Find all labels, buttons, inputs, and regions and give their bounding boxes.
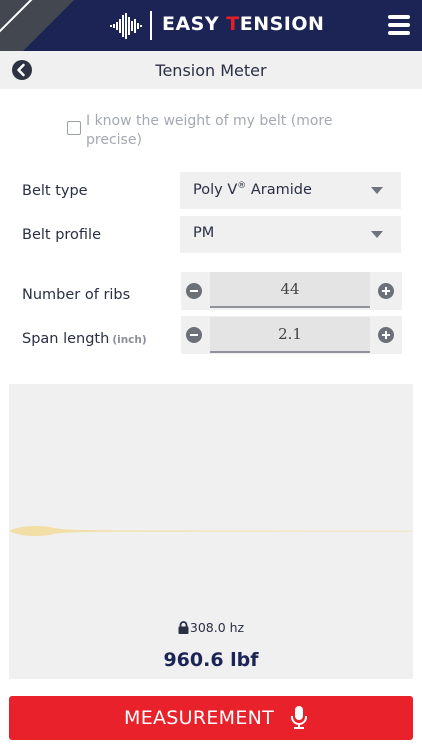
span-label: Span length (inch) (22, 331, 147, 347)
belt-type-select[interactable]: Poly V® Aramide (180, 172, 401, 209)
ribs-input[interactable]: 44 (210, 272, 370, 308)
chevron-down-icon (371, 187, 383, 194)
belt-profile-value: PM (193, 225, 215, 241)
plus-icon[interactable] (378, 283, 394, 299)
measurement-button-label: MEASUREMENT (124, 707, 275, 729)
page-title: Tension Meter (155, 61, 267, 80)
microphone-icon (291, 706, 307, 729)
span-input[interactable]: 2.1 (210, 317, 370, 353)
signal-waveform (9, 525, 413, 537)
lock-icon (178, 621, 189, 634)
tension-force-value: 960.6 lbf (163, 649, 259, 671)
belt-weight-checkbox[interactable] (67, 121, 81, 135)
frequency-value: 308.0 hz (189, 620, 245, 635)
minus-icon[interactable] (186, 283, 202, 299)
hamburger-icon[interactable] (388, 15, 410, 35)
frequency-readout: 308.0 hz (0, 620, 422, 635)
belt-type-label: Belt type (22, 183, 88, 199)
minus-icon[interactable] (186, 327, 202, 343)
span-unit: (inch) (112, 334, 147, 346)
app-logo: EASY TENSION (162, 13, 325, 35)
soundwave-icon (110, 13, 142, 39)
ribs-label: Number of ribs (22, 287, 131, 303)
logo-separator (150, 11, 152, 40)
chevron-down-icon (371, 231, 383, 238)
plus-icon[interactable] (378, 327, 394, 343)
belt-type-value: Poly V® Aramide (193, 181, 312, 198)
belt-weight-label[interactable]: I know the weight of my belt (more preci… (86, 112, 356, 150)
measurement-button[interactable]: MEASUREMENT (9, 696, 413, 740)
belt-profile-label: Belt profile (22, 227, 101, 243)
belt-profile-select[interactable]: PM (180, 216, 401, 253)
